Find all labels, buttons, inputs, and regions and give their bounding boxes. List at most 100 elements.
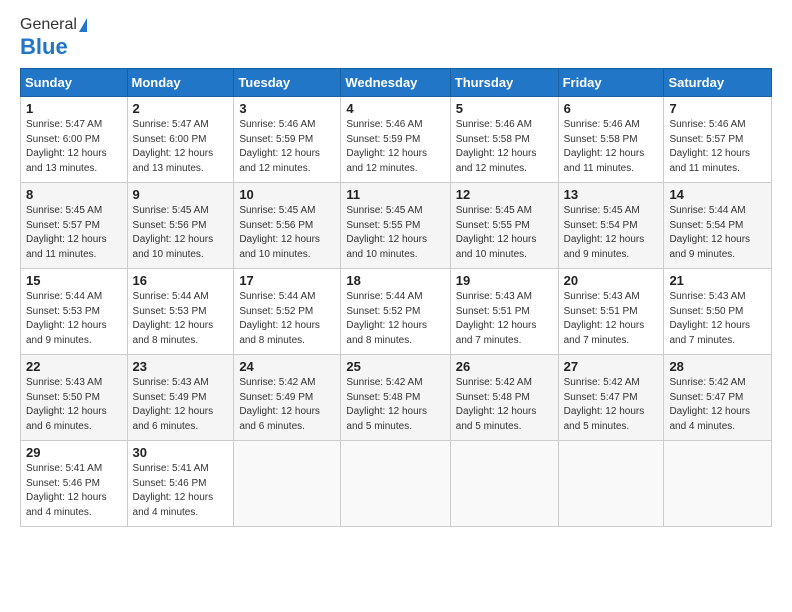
day-number: 2 (133, 101, 229, 116)
day-number: 17 (239, 273, 335, 288)
calendar-week-row: 29 Sunrise: 5:41 AMSunset: 5:46 PMDaylig… (21, 441, 772, 527)
day-number: 13 (564, 187, 659, 202)
day-number: 6 (564, 101, 659, 116)
day-info: Sunrise: 5:43 AMSunset: 5:50 PMDaylight:… (26, 377, 107, 432)
day-info: Sunrise: 5:42 AMSunset: 5:48 PMDaylight:… (346, 377, 427, 432)
logo-triangle-icon (79, 18, 87, 32)
calendar-cell: 4 Sunrise: 5:46 AMSunset: 5:59 PMDayligh… (341, 97, 450, 183)
calendar-week-row: 15 Sunrise: 5:44 AMSunset: 5:53 PMDaylig… (21, 269, 772, 355)
calendar-cell: 9 Sunrise: 5:45 AMSunset: 5:56 PMDayligh… (127, 183, 234, 269)
calendar-cell: 3 Sunrise: 5:46 AMSunset: 5:59 PMDayligh… (234, 97, 341, 183)
day-number: 4 (346, 101, 444, 116)
day-info: Sunrise: 5:44 AMSunset: 5:52 PMDaylight:… (239, 291, 320, 346)
calendar-cell (234, 441, 341, 527)
day-number: 8 (26, 187, 122, 202)
day-info: Sunrise: 5:45 AMSunset: 5:57 PMDaylight:… (26, 205, 107, 260)
calendar-cell: 23 Sunrise: 5:43 AMSunset: 5:49 PMDaylig… (127, 355, 234, 441)
day-info: Sunrise: 5:45 AMSunset: 5:54 PMDaylight:… (564, 205, 645, 260)
calendar-cell: 24 Sunrise: 5:42 AMSunset: 5:49 PMDaylig… (234, 355, 341, 441)
day-info: Sunrise: 5:47 AMSunset: 6:00 PMDaylight:… (26, 119, 107, 174)
calendar-cell: 6 Sunrise: 5:46 AMSunset: 5:58 PMDayligh… (558, 97, 664, 183)
day-info: Sunrise: 5:43 AMSunset: 5:49 PMDaylight:… (133, 377, 214, 432)
day-info: Sunrise: 5:44 AMSunset: 5:53 PMDaylight:… (133, 291, 214, 346)
calendar-cell: 2 Sunrise: 5:47 AMSunset: 6:00 PMDayligh… (127, 97, 234, 183)
col-header-wednesday: Wednesday (341, 69, 450, 97)
calendar-cell: 5 Sunrise: 5:46 AMSunset: 5:58 PMDayligh… (450, 97, 558, 183)
day-info: Sunrise: 5:46 AMSunset: 5:59 PMDaylight:… (239, 119, 320, 174)
day-info: Sunrise: 5:45 AMSunset: 5:55 PMDaylight:… (456, 205, 537, 260)
day-number: 27 (564, 359, 659, 374)
col-header-sunday: Sunday (21, 69, 128, 97)
day-number: 18 (346, 273, 444, 288)
day-number: 16 (133, 273, 229, 288)
calendar-cell: 28 Sunrise: 5:42 AMSunset: 5:47 PMDaylig… (664, 355, 772, 441)
calendar-cell (664, 441, 772, 527)
calendar-cell: 18 Sunrise: 5:44 AMSunset: 5:52 PMDaylig… (341, 269, 450, 355)
col-header-tuesday: Tuesday (234, 69, 341, 97)
day-number: 22 (26, 359, 122, 374)
day-info: Sunrise: 5:46 AMSunset: 5:58 PMDaylight:… (564, 119, 645, 174)
day-info: Sunrise: 5:42 AMSunset: 5:47 PMDaylight:… (669, 377, 750, 432)
logo: General Blue (20, 16, 87, 60)
calendar-cell: 15 Sunrise: 5:44 AMSunset: 5:53 PMDaylig… (21, 269, 128, 355)
day-number: 24 (239, 359, 335, 374)
calendar-cell: 12 Sunrise: 5:45 AMSunset: 5:55 PMDaylig… (450, 183, 558, 269)
day-info: Sunrise: 5:42 AMSunset: 5:47 PMDaylight:… (564, 377, 645, 432)
calendar-cell: 27 Sunrise: 5:42 AMSunset: 5:47 PMDaylig… (558, 355, 664, 441)
day-number: 1 (26, 101, 122, 116)
calendar-cell: 10 Sunrise: 5:45 AMSunset: 5:56 PMDaylig… (234, 183, 341, 269)
day-number: 5 (456, 101, 553, 116)
calendar-cell: 16 Sunrise: 5:44 AMSunset: 5:53 PMDaylig… (127, 269, 234, 355)
col-header-thursday: Thursday (450, 69, 558, 97)
day-info: Sunrise: 5:44 AMSunset: 5:54 PMDaylight:… (669, 205, 750, 260)
day-number: 21 (669, 273, 766, 288)
day-number: 3 (239, 101, 335, 116)
logo-general-text: General (20, 16, 77, 34)
calendar-cell: 20 Sunrise: 5:43 AMSunset: 5:51 PMDaylig… (558, 269, 664, 355)
calendar-week-row: 8 Sunrise: 5:45 AMSunset: 5:57 PMDayligh… (21, 183, 772, 269)
col-header-saturday: Saturday (664, 69, 772, 97)
col-header-friday: Friday (558, 69, 664, 97)
day-info: Sunrise: 5:43 AMSunset: 5:50 PMDaylight:… (669, 291, 750, 346)
calendar-header-row: SundayMondayTuesdayWednesdayThursdayFrid… (21, 69, 772, 97)
day-info: Sunrise: 5:46 AMSunset: 5:59 PMDaylight:… (346, 119, 427, 174)
calendar-cell (341, 441, 450, 527)
calendar-table: SundayMondayTuesdayWednesdayThursdayFrid… (20, 68, 772, 527)
calendar-cell: 26 Sunrise: 5:42 AMSunset: 5:48 PMDaylig… (450, 355, 558, 441)
col-header-monday: Monday (127, 69, 234, 97)
calendar-cell: 19 Sunrise: 5:43 AMSunset: 5:51 PMDaylig… (450, 269, 558, 355)
day-number: 26 (456, 359, 553, 374)
day-number: 7 (669, 101, 766, 116)
day-number: 20 (564, 273, 659, 288)
page: General Blue SundayMondayTuesdayWednesda… (0, 0, 792, 543)
calendar-week-row: 1 Sunrise: 5:47 AMSunset: 6:00 PMDayligh… (21, 97, 772, 183)
day-info: Sunrise: 5:42 AMSunset: 5:49 PMDaylight:… (239, 377, 320, 432)
calendar-week-row: 22 Sunrise: 5:43 AMSunset: 5:50 PMDaylig… (21, 355, 772, 441)
calendar-cell (558, 441, 664, 527)
day-number: 19 (456, 273, 553, 288)
header: General Blue (20, 16, 772, 60)
day-info: Sunrise: 5:42 AMSunset: 5:48 PMDaylight:… (456, 377, 537, 432)
day-number: 12 (456, 187, 553, 202)
calendar-cell: 8 Sunrise: 5:45 AMSunset: 5:57 PMDayligh… (21, 183, 128, 269)
calendar-cell: 30 Sunrise: 5:41 AMSunset: 5:46 PMDaylig… (127, 441, 234, 527)
calendar-cell: 29 Sunrise: 5:41 AMSunset: 5:46 PMDaylig… (21, 441, 128, 527)
day-number: 11 (346, 187, 444, 202)
logo-blue-text: Blue (20, 34, 68, 60)
day-info: Sunrise: 5:46 AMSunset: 5:57 PMDaylight:… (669, 119, 750, 174)
day-info: Sunrise: 5:47 AMSunset: 6:00 PMDaylight:… (133, 119, 214, 174)
day-info: Sunrise: 5:45 AMSunset: 5:56 PMDaylight:… (133, 205, 214, 260)
calendar-cell: 17 Sunrise: 5:44 AMSunset: 5:52 PMDaylig… (234, 269, 341, 355)
day-number: 30 (133, 445, 229, 460)
day-number: 9 (133, 187, 229, 202)
calendar-cell: 14 Sunrise: 5:44 AMSunset: 5:54 PMDaylig… (664, 183, 772, 269)
calendar-cell: 11 Sunrise: 5:45 AMSunset: 5:55 PMDaylig… (341, 183, 450, 269)
day-info: Sunrise: 5:43 AMSunset: 5:51 PMDaylight:… (564, 291, 645, 346)
day-number: 25 (346, 359, 444, 374)
calendar-cell: 25 Sunrise: 5:42 AMSunset: 5:48 PMDaylig… (341, 355, 450, 441)
day-info: Sunrise: 5:41 AMSunset: 5:46 PMDaylight:… (26, 463, 107, 518)
day-number: 10 (239, 187, 335, 202)
day-number: 29 (26, 445, 122, 460)
day-info: Sunrise: 5:45 AMSunset: 5:56 PMDaylight:… (239, 205, 320, 260)
day-number: 23 (133, 359, 229, 374)
